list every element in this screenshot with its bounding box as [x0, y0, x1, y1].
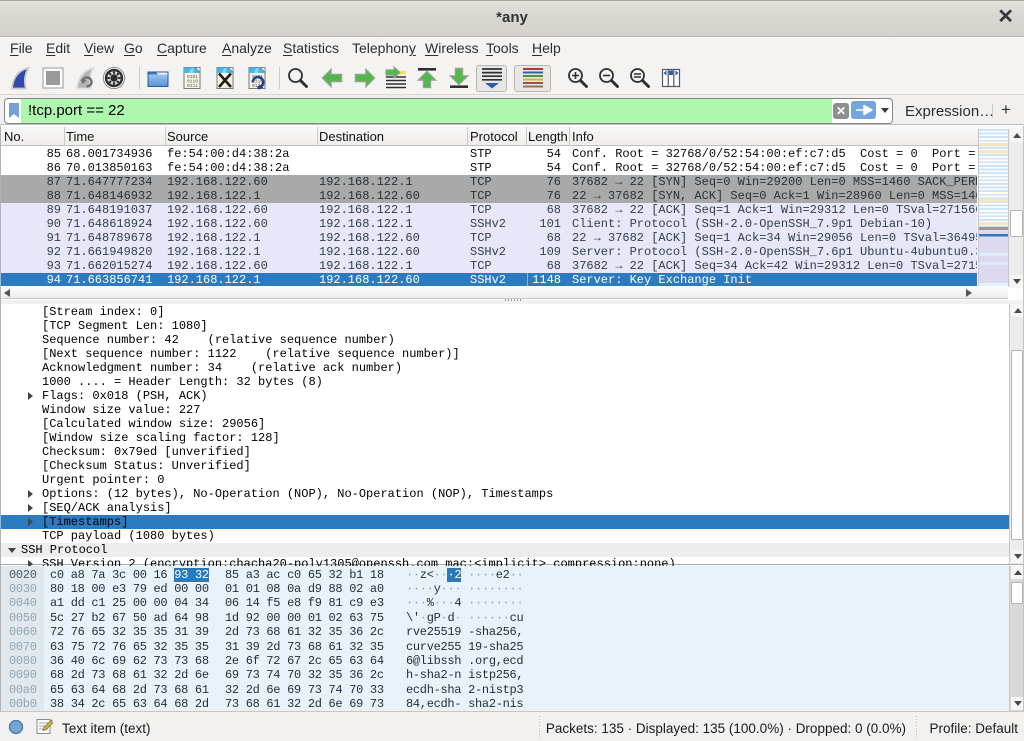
svg-text:0111: 0111	[187, 83, 198, 89]
